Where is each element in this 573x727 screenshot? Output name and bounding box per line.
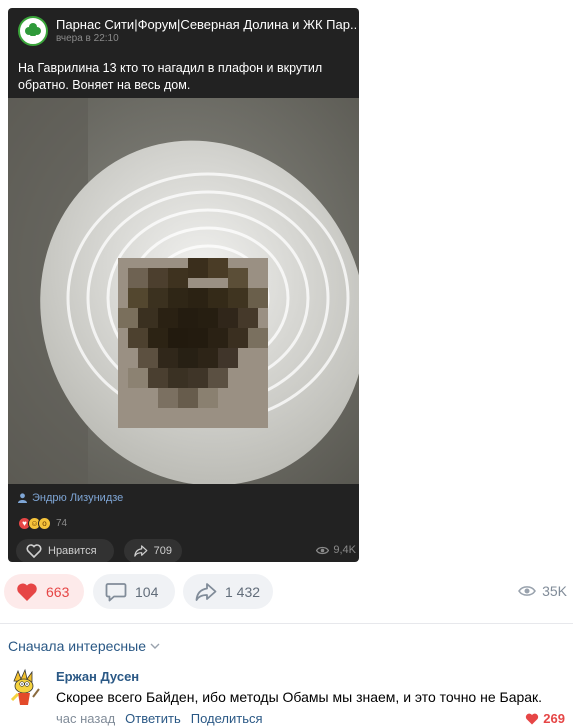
sort-label: Сначала интересные	[8, 638, 146, 654]
post-share-button[interactable]: 709	[124, 539, 182, 562]
repost-button[interactable]: 1 432	[183, 574, 273, 609]
share-arrow-icon	[195, 582, 217, 601]
chevron-down-icon	[150, 643, 160, 649]
post-author[interactable]: Эндрю Лизунидзе	[18, 492, 123, 504]
group-logo[interactable]	[18, 16, 48, 46]
share-link[interactable]: Поделиться	[191, 711, 263, 726]
eye-icon	[518, 586, 537, 596]
like-button[interactable]: 663	[4, 574, 84, 609]
post-header: Парнас Сити|Форум|Северная Долина и ЖК П…	[8, 8, 359, 52]
comment-meta: час назад Ответить Поделиться	[56, 711, 263, 726]
eye-icon	[316, 546, 330, 554]
post-views: 9,4K	[316, 544, 356, 556]
post-views-count: 9,4K	[333, 544, 356, 556]
post-like-label: Нравится	[48, 545, 97, 557]
like-count: 663	[46, 583, 70, 600]
reactions-count: 74	[56, 518, 68, 529]
comments-button[interactable]: 104	[93, 574, 175, 609]
post-photo[interactable]	[8, 98, 359, 484]
heart-filled-icon	[17, 582, 37, 601]
wow-reaction-icon: o	[38, 517, 51, 530]
comment-author[interactable]: Ержан Дусен	[56, 669, 139, 684]
comment-count: 104	[135, 583, 159, 600]
post-text: На Гаврилина 13 кто то нагадил в плафон …	[18, 61, 323, 92]
views-count: 35K	[542, 583, 567, 599]
comment-like-button[interactable]: 269	[525, 711, 565, 726]
heart-outline-icon	[26, 544, 42, 558]
views-counter: 35K	[518, 583, 567, 599]
comment-like-count: 269	[543, 711, 565, 726]
share-arrow-icon	[134, 545, 148, 557]
post-time[interactable]: вчера в 22:10	[56, 33, 119, 44]
pixelated-area	[118, 258, 268, 428]
cartoon-avatar-icon	[6, 667, 46, 707]
comments-sort-dropdown[interactable]: Сначала интересные	[8, 638, 160, 654]
avatar[interactable]	[6, 667, 46, 707]
group-name[interactable]: Парнас Сити|Форум|Северная Долина и ЖК П…	[56, 17, 356, 32]
post-action-bar: Нравится 709 9,4K	[16, 539, 356, 562]
comment-time[interactable]: час назад	[56, 711, 115, 726]
post-author-name: Эндрю Лизунидзе	[32, 492, 124, 504]
post-share-count: 709	[153, 545, 172, 557]
reactions-summary[interactable]: ♥ ☺ o 74	[18, 517, 67, 530]
post-like-button[interactable]: Нравится	[16, 539, 114, 562]
comment-item: Ержан Дусен Скорее всего Байден, ибо мет…	[0, 665, 573, 727]
comment-icon	[105, 582, 127, 601]
lamp-shade-photo	[8, 98, 359, 484]
person-icon	[18, 493, 27, 503]
reply-link[interactable]: Ответить	[125, 711, 181, 726]
divider	[0, 623, 573, 624]
clover-logo-icon	[25, 23, 41, 39]
heart-filled-icon	[526, 713, 539, 724]
embedded-post-card: Парнас Сити|Форум|Северная Долина и ЖК П…	[8, 8, 359, 562]
repost-count: 1 432	[225, 583, 261, 600]
comment-text: Скорее всего Байден, ибо методы Обамы мы…	[56, 689, 543, 705]
action-bar: 663 104 1 432 35K	[4, 574, 569, 609]
